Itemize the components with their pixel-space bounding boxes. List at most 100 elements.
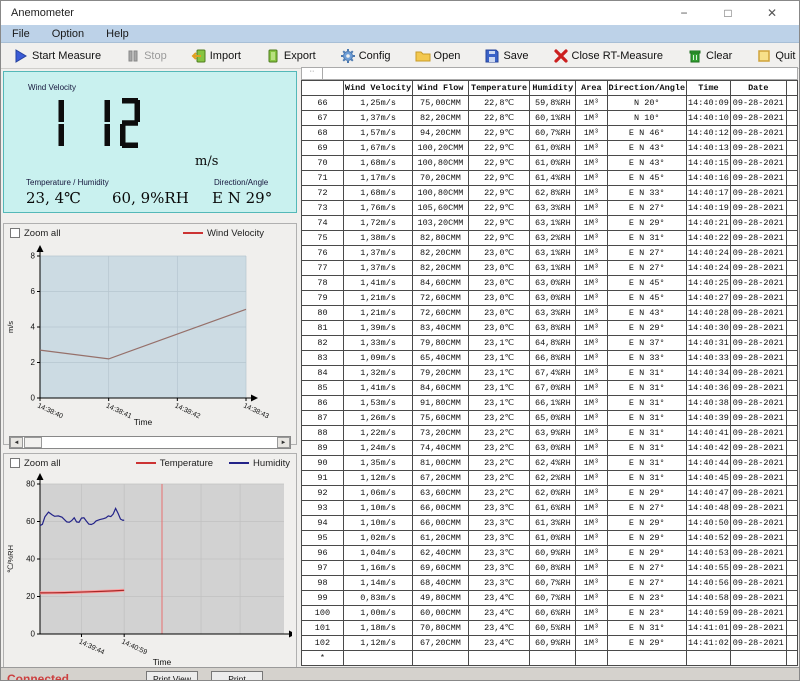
table-row[interactable]: 1001,00m/s60,00CMM23,4℃60,6%RH1M³E N 23°… — [302, 606, 798, 621]
trash-button[interactable]: Clear — [687, 48, 732, 64]
scroll-left-icon[interactable]: ◄ — [10, 437, 23, 448]
toolbar: Start Measure Stop Import Export Config Open S… — [1, 43, 800, 69]
close-button[interactable]: ✕ — [757, 6, 787, 20]
close-x-button[interactable]: Close RT-Measure — [553, 48, 664, 64]
print-button[interactable]: Print — [211, 671, 263, 681]
table-row[interactable]: 731,76m/s105,60CMM22,9℃63,3%RH1M³E N 27°… — [302, 201, 798, 216]
scroll-right-icon[interactable]: ► — [277, 437, 290, 448]
svg-text:8: 8 — [31, 252, 36, 261]
import-button[interactable]: Import — [191, 48, 241, 64]
column-header[interactable]: Wind Velocity — [343, 81, 412, 96]
gear-button[interactable]: Config — [340, 48, 391, 64]
table-row[interactable]: 741,72m/s103,20CMM22,9℃63,1%RH1M³E N 29°… — [302, 216, 798, 231]
quit-button[interactable]: Quit — [756, 48, 795, 64]
table-row[interactable]: 801,21m/s72,60CMM23,0℃63,3%RH1M³E N 43°1… — [302, 306, 798, 321]
svg-text:2: 2 — [31, 358, 36, 367]
column-header[interactable]: Direction/Angle — [607, 81, 687, 96]
table-row[interactable]: 851,41m/s84,60CMM23,1℃67,0%RH1M³E N 31°1… — [302, 381, 798, 396]
svg-text:40: 40 — [26, 555, 35, 564]
table-row[interactable]: 751,38m/s82,80CMM22,9℃63,2%RH1M³E N 31°1… — [302, 231, 798, 246]
table-row[interactable]: 711,17m/s70,20CMM22,9℃61,4%RH1M³E N 45°1… — [302, 171, 798, 186]
table-row[interactable]: 771,37m/s82,20CMM23,0℃63,1%RH1M³E N 27°1… — [302, 261, 798, 276]
column-header[interactable]: Time — [687, 81, 731, 96]
lcd-humidity-value: 60, 9%RH — [112, 189, 189, 207]
svg-text:14:38:41: 14:38:41 — [105, 402, 133, 420]
save-icon — [484, 48, 500, 64]
table-row[interactable]: 951,02m/s61,20CMM23,3℃61,0%RH1M³E N 29°1… — [302, 531, 798, 546]
zoom-all-checkbox-2[interactable]: Zoom all — [10, 458, 60, 469]
save-button[interactable]: Save — [484, 48, 528, 64]
table-row[interactable]: 1021,12m/s67,20CMM23,4℃60,9%RH1M³E N 29°… — [302, 636, 798, 651]
column-header[interactable]: Date — [730, 81, 786, 96]
menu-file[interactable]: File — [1, 28, 41, 40]
table-row[interactable]: 941,10m/s66,00CMM23,3℃61,3%RH1M³E N 29°1… — [302, 516, 798, 531]
table-row[interactable]: 671,37m/s82,20CMM22,8℃60,1%RH1M³N 10°14:… — [302, 111, 798, 126]
lcd-title: Wind Velocity — [28, 83, 76, 92]
chart1-scrollbar[interactable]: ◄ ► — [9, 436, 291, 449]
lcd-direction-label: Direction/Angle — [214, 178, 268, 187]
table-row[interactable]: 841,32m/s79,20CMM23,1℃67,4%RH1M³E N 31°1… — [302, 366, 798, 381]
table-row[interactable]: 761,37m/s82,20CMM23,0℃63,1%RH1M³E N 27°1… — [302, 246, 798, 261]
table-row[interactable]: 681,57m/s94,20CMM22,9℃60,7%RH1M³E N 46°1… — [302, 126, 798, 141]
table-row[interactable]: 1011,18m/s70,80CMM23,4℃60,5%RH1M³E N 31°… — [302, 621, 798, 636]
table-row[interactable]: 990,83m/s49,80CMM23,4℃60,7%RH1M³E N 23°1… — [302, 591, 798, 606]
table-row[interactable]: 921,06m/s63,60CMM23,2℃62,0%RH1M³E N 29°1… — [302, 486, 798, 501]
play-icon — [13, 48, 29, 64]
lcd-digits — [44, 98, 164, 150]
table-row[interactable]: 961,04m/s62,40CMM23,3℃60,9%RH1M³E N 29°1… — [302, 546, 798, 561]
table-row[interactable]: 881,22m/s73,20CMM23,2℃63,9%RH1M³E N 31°1… — [302, 426, 798, 441]
export-button[interactable]: Export — [265, 48, 316, 64]
print-view-button[interactable]: Print View — [146, 671, 198, 681]
table-row[interactable]: 811,39m/s83,40CMM23,0℃63,8%RH1M³E N 29°1… — [302, 321, 798, 336]
table-row[interactable]: 701,68m/s100,80CMM22,9℃61,0%RH1M³E N 43°… — [302, 156, 798, 171]
menu-help[interactable]: Help — [95, 28, 140, 40]
table-row[interactable]: 911,12m/s67,20CMM23,2℃62,2%RH1M³E N 31°1… — [302, 471, 798, 486]
zoom-all-checkbox-1[interactable]: Zoom all — [10, 228, 60, 239]
svg-text:14:38:40: 14:38:40 — [36, 402, 64, 420]
menu-option[interactable]: Option — [41, 28, 95, 40]
wind-velocity-chart-group: Zoom all Wind Velocity 0246814:38:4014:3… — [3, 223, 297, 445]
table-row[interactable]: 781,41m/s84,60CMM23,0℃63,0%RH1M³E N 45°1… — [302, 276, 798, 291]
column-header[interactable]: Area — [576, 81, 607, 96]
table-row[interactable]: 981,14m/s68,40CMM23,3℃60,7%RH1M³E N 27°1… — [302, 576, 798, 591]
maximize-button[interactable]: □ — [713, 6, 743, 20]
legend-line-icon — [183, 232, 203, 234]
table-row[interactable]: * — [302, 651, 798, 666]
folder-icon — [415, 48, 431, 64]
pause-button[interactable]: Stop — [125, 48, 167, 64]
data-table[interactable]: Wind VelocityWind FlowTemperatureHumidit… — [301, 80, 798, 666]
table-row[interactable]: 871,26m/s75,60CMM23,2℃65,0%RH1M³E N 31°1… — [302, 411, 798, 426]
connection-status: Connected — [7, 672, 69, 681]
table-row[interactable]: 931,10m/s66,00CMM23,3℃61,6%RH1M³E N 27°1… — [302, 501, 798, 516]
column-header[interactable] — [786, 81, 797, 96]
column-header[interactable]: Wind Flow — [413, 81, 468, 96]
table-row[interactable]: 821,33m/s79,80CMM23,1℃64,8%RH1M³E N 37°1… — [302, 336, 798, 351]
grid-corner-box[interactable]: ·· — [302, 68, 323, 79]
svg-text:0: 0 — [31, 630, 36, 639]
table-row[interactable]: 891,24m/s74,40CMM23,2℃63,0%RH1M³E N 31°1… — [302, 441, 798, 456]
title-bar: Anemometer − □ ✕ — [1, 1, 800, 25]
table-row[interactable]: 971,16m/s69,60CMM23,3℃60,8%RH1M³E N 27°1… — [302, 561, 798, 576]
table-row[interactable]: 861,53m/s91,80CMM23,1℃66,1%RH1M³E N 31°1… — [302, 396, 798, 411]
pause-icon — [125, 48, 141, 64]
svg-text:m/s: m/s — [6, 321, 15, 333]
play-button[interactable]: Start Measure — [13, 48, 101, 64]
svg-text:14:39:44: 14:39:44 — [78, 638, 106, 656]
folder-button[interactable]: Open — [415, 48, 461, 64]
table-row[interactable]: 691,67m/s100,20CMM22,9℃61,0%RH1M³E N 43°… — [302, 141, 798, 156]
svg-text:Time: Time — [153, 657, 172, 667]
svg-text:80: 80 — [26, 480, 35, 489]
svg-text:6: 6 — [31, 287, 36, 296]
column-header[interactable]: Temperature — [468, 81, 530, 96]
minimize-button[interactable]: − — [669, 6, 699, 20]
table-row[interactable]: 661,25m/s75,00CMM22,8℃59,8%RH1M³N 20°14:… — [302, 96, 798, 111]
table-row[interactable]: 721,68m/s100,80CMM22,9℃62,8%RH1M³E N 33°… — [302, 186, 798, 201]
column-header[interactable] — [302, 81, 344, 96]
table-row[interactable]: 831,09m/s65,40CMM23,1℃66,8%RH1M³E N 33°1… — [302, 351, 798, 366]
column-header[interactable]: Humidity — [530, 81, 576, 96]
table-row[interactable]: 791,21m/s72,60CMM23,0℃63,0%RH1M³E N 45°1… — [302, 291, 798, 306]
menu-bar: File Option Help — [1, 25, 800, 43]
table-row[interactable]: 901,35m/s81,00CMM23,2℃62,4%RH1M³E N 31°1… — [302, 456, 798, 471]
scrollbar-thumb[interactable] — [24, 437, 42, 448]
status-bar: Connected Print View Print — [1, 667, 800, 681]
